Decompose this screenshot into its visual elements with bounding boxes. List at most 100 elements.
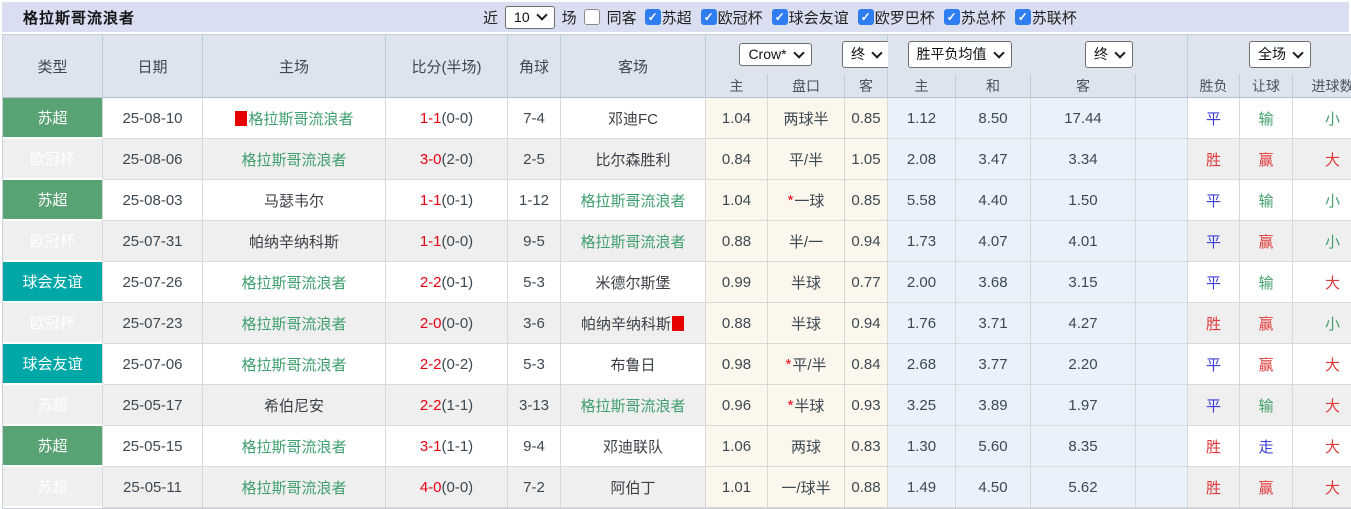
- result-handicap: 赢: [1240, 303, 1293, 344]
- column-header-corners: 角球: [508, 35, 561, 98]
- mean-away-odds: 4.01: [1031, 221, 1136, 262]
- final-odds-select-left-wrap: 终: [842, 35, 890, 74]
- mean-away-odds: 1.50: [1031, 180, 1136, 221]
- away-team-name: 邓迪FC: [608, 110, 658, 128]
- spacer-cell: [1136, 344, 1188, 385]
- result-win-draw-loss: 胜: [1188, 426, 1240, 467]
- final-odds-select-right[interactable]: 终: [1085, 41, 1133, 68]
- corners-cell: 1-12: [508, 180, 561, 221]
- checkbox-icon[interactable]: ✓: [644, 9, 661, 25]
- crow-away-odds: 0.77: [845, 262, 888, 303]
- checkbox-icon[interactable]: ✓: [857, 9, 874, 25]
- asterisk-marker: *: [787, 396, 794, 414]
- wdl-mean-select-wrap: 胜平负均值: [888, 35, 1031, 74]
- column-header-score: 比分(半场): [386, 35, 508, 98]
- final-odds-select-left[interactable]: 终: [842, 41, 890, 68]
- same-venue-checkbox[interactable]: [583, 9, 600, 25]
- away-team-cell: 格拉斯哥流浪者: [561, 180, 706, 221]
- competition-filter[interactable]: ✓ 欧罗巴杯: [857, 7, 935, 28]
- mean-draw-odds: 4.50: [956, 467, 1031, 508]
- competition-filter[interactable]: ✓ 苏总杯: [943, 7, 1006, 28]
- mean-away-odds: 2.20: [1031, 344, 1136, 385]
- away-team-name: 邓迪联队: [602, 438, 663, 456]
- competition-filter[interactable]: ✓ 苏超: [644, 7, 692, 28]
- spacer-cell: [1136, 385, 1188, 426]
- matches-label: 场: [561, 9, 577, 27]
- score-cell: 2-2 (0-1): [386, 262, 508, 303]
- result-goals: 大: [1293, 426, 1351, 467]
- home-team-cell: 希伯尼安: [203, 385, 386, 426]
- title-bar: 格拉斯哥流浪者 近 10 场 同客 ✓ 苏超 ✓ 欧冠杯 ✓ 球会友谊 ✓ 欧罗巴杯 ✓ 苏总杯 ✓…: [2, 2, 1349, 32]
- match-date: 25-07-31: [103, 221, 203, 262]
- handicap-value: 半/一: [788, 233, 824, 251]
- matches-table: 类型 日期 主场 比分(半场) 角球 客场 Crow* 终 胜平负均值 终 全场…: [2, 34, 1351, 509]
- recent-count-select[interactable]: 10: [505, 5, 555, 29]
- competition-filters: ✓ 苏超 ✓ 欧冠杯 ✓ 球会友谊 ✓ 欧罗巴杯 ✓ 苏总杯 ✓ 苏联杯: [644, 7, 1077, 28]
- checkbox-icon[interactable]: ✓: [700, 9, 717, 25]
- crow-home-odds: 0.84: [706, 139, 768, 180]
- halftime-score: (1-1): [441, 437, 474, 455]
- mean-away-odds: 5.62: [1031, 467, 1136, 508]
- home-team-cell: 格拉斯哥流浪者: [203, 139, 386, 180]
- result-win-draw-loss: 平: [1188, 180, 1240, 221]
- subheader-handicap: 盘口: [768, 74, 845, 98]
- checkbox-icon[interactable]: ✓: [771, 9, 788, 25]
- result-goals: 小: [1293, 98, 1351, 139]
- competition-label: 苏联杯: [1031, 9, 1077, 27]
- result-handicap: 输: [1240, 180, 1293, 221]
- spacer-cell: [1136, 139, 1188, 180]
- spacer-cell: [1136, 98, 1188, 139]
- result-goals: 大: [1293, 139, 1351, 180]
- away-team-name: 格拉斯哥流浪者: [580, 397, 686, 415]
- fulltime-score: 3-1: [419, 437, 442, 455]
- halftime-score: (2-0): [441, 150, 474, 168]
- competition-filter[interactable]: ✓ 球会友谊: [771, 7, 849, 28]
- full-match-select[interactable]: 全场: [1249, 41, 1311, 68]
- handicap-value: 半球: [790, 315, 821, 333]
- mean-home-odds: 5.58: [888, 180, 956, 221]
- checkbox-icon[interactable]: ✓: [1014, 9, 1031, 25]
- competition-filter[interactable]: ✓ 苏联杯: [1014, 7, 1077, 28]
- handicap-value: 平/半: [788, 151, 824, 169]
- corners-cell: 3-13: [508, 385, 561, 426]
- mean-draw-odds: 3.89: [956, 385, 1031, 426]
- away-team-cell: 米德尔斯堡: [561, 262, 706, 303]
- home-team-name: 格拉斯哥流浪者: [241, 479, 347, 497]
- mean-home-odds: 2.08: [888, 139, 956, 180]
- red-card-badge: [235, 110, 248, 126]
- recent-count-value: 10: [514, 8, 530, 25]
- result-goals: 小: [1293, 303, 1351, 344]
- asterisk-marker: *: [785, 355, 792, 373]
- score-cell: 1-1 (0-1): [386, 180, 508, 221]
- score-cell: 2-0 (0-0): [386, 303, 508, 344]
- crow-company-select[interactable]: Crow*: [739, 43, 812, 66]
- competition-filter[interactable]: ✓ 欧冠杯: [700, 7, 763, 28]
- handicap-cell: 平/半: [768, 139, 845, 180]
- result-handicap: 赢: [1240, 221, 1293, 262]
- home-team-name: 马瑟韦尔: [263, 192, 324, 210]
- spacer-cell: [1136, 303, 1188, 344]
- match-date: 25-08-03: [103, 180, 203, 221]
- result-handicap: 赢: [1240, 139, 1293, 180]
- result-goals: 小: [1293, 221, 1351, 262]
- fulltime-score: 1-1: [419, 191, 442, 209]
- mean-away-odds: 8.35: [1031, 426, 1136, 467]
- result-win-draw-loss: 平: [1188, 385, 1240, 426]
- competition-label: 欧罗巴杯: [874, 9, 935, 27]
- result-handicap: 赢: [1240, 344, 1293, 385]
- wdl-mean-select[interactable]: 胜平负均值: [907, 41, 1012, 68]
- match-type-badge: 欧冠杯: [3, 139, 103, 180]
- home-team-name: 格拉斯哥流浪者: [248, 110, 354, 128]
- handicap-cell: 两球半: [768, 98, 845, 139]
- result-handicap: 输: [1240, 262, 1293, 303]
- fulltime-score: 1-1: [419, 109, 442, 127]
- mean-away-odds: 4.27: [1031, 303, 1136, 344]
- fulltime-score: 3-0: [419, 150, 442, 168]
- checkbox-icon[interactable]: ✓: [943, 9, 960, 25]
- match-type-badge: 球会友谊: [3, 262, 103, 303]
- home-team-cell: 格拉斯哥流浪者: [203, 467, 386, 508]
- competition-label: 球会友谊: [788, 9, 849, 27]
- full-match-select-wrap: 全场: [1188, 35, 1351, 74]
- halftime-score: (0-0): [441, 478, 474, 496]
- match-date: 25-05-17: [103, 385, 203, 426]
